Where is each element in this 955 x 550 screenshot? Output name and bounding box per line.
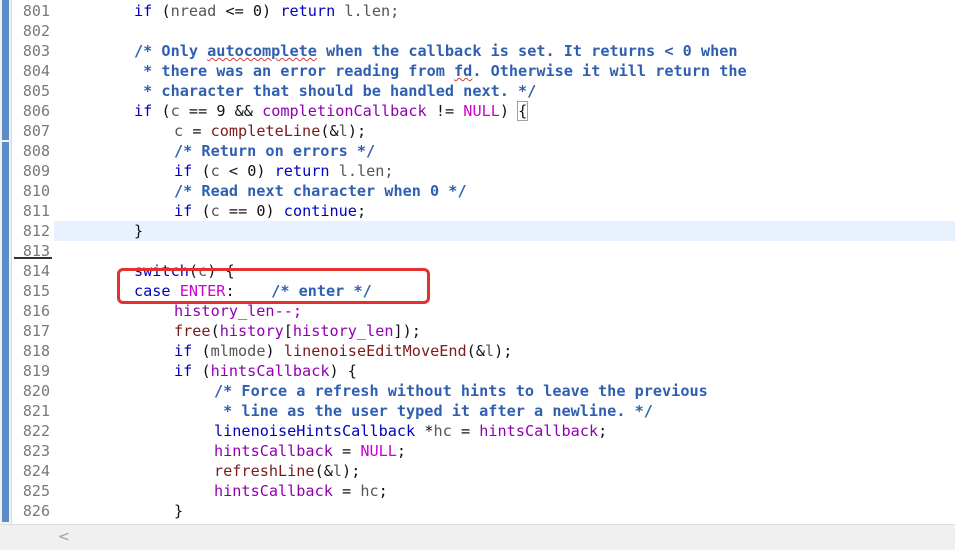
- code-line[interactable]: 804 * there was an error reading from fd…: [0, 61, 955, 81]
- line-code[interactable]: /* Force a refresh without hints to leav…: [214, 381, 708, 401]
- scroll-left-arrow-icon[interactable]: <: [58, 529, 70, 545]
- line-code[interactable]: if (c < 0) return l.len;: [174, 161, 394, 181]
- line-number: 806: [22, 102, 50, 120]
- line-number: 821: [22, 402, 50, 420]
- annotation-highlight-box: [117, 268, 430, 304]
- code-line[interactable]: 820 /* Force a refresh without hints to …: [0, 381, 955, 401]
- code-line[interactable]: 813: [0, 241, 955, 261]
- code-line[interactable]: 808 /* Return on errors */: [0, 141, 955, 161]
- code-line[interactable]: 817 free(history[history_len]);: [0, 321, 955, 341]
- code-line[interactable]: 811 if (c == 0) continue;: [0, 201, 955, 221]
- line-code[interactable]: }: [134, 221, 143, 241]
- code-line[interactable]: 809 if (c < 0) return l.len;: [0, 161, 955, 181]
- line-code[interactable]: * character that should be handled next.…: [134, 81, 536, 101]
- folding-divider: [14, 257, 52, 259]
- code-line[interactable]: 801 if (nread <= 0) return l.len;: [0, 1, 955, 21]
- code-line[interactable]: 822 linenoiseHintsCallback *hc = hintsCa…: [0, 421, 955, 441]
- line-number: 802: [22, 22, 50, 40]
- line-number: 819: [22, 362, 50, 380]
- line-code[interactable]: /* Read next character when 0 */: [174, 181, 467, 201]
- code-line[interactable]: 819 if (hintsCallback) {: [0, 361, 955, 381]
- line-code[interactable]: c = completeLine(&l);: [174, 121, 366, 141]
- code-line[interactable]: 824 refreshLine(&l);: [0, 461, 955, 481]
- line-code[interactable]: if (c == 9 && completionCallback != NULL…: [134, 101, 529, 121]
- code-line[interactable]: 807 c = completeLine(&l);: [0, 121, 955, 141]
- line-code[interactable]: hintsCallback = NULL;: [214, 441, 406, 461]
- line-number: 820: [22, 382, 50, 400]
- code-line[interactable]: 802: [0, 21, 955, 41]
- line-code[interactable]: if (hintsCallback) {: [174, 361, 357, 381]
- line-code[interactable]: * there was an error reading from fd. Ot…: [134, 61, 747, 81]
- line-number: 818: [22, 342, 50, 360]
- line-number: 824: [22, 462, 50, 480]
- line-number: 816: [22, 302, 50, 320]
- code-editor[interactable]: 801 if (nread <= 0) return l.len; 802 80…: [0, 0, 955, 524]
- code-line[interactable]: 823 hintsCallback = NULL;: [0, 441, 955, 461]
- line-number: 817: [22, 322, 50, 340]
- line-code[interactable]: if (nread <= 0) return l.len;: [134, 1, 399, 21]
- line-number: 815: [22, 282, 50, 300]
- line-code[interactable]: linenoiseHintsCallback *hc = hintsCallba…: [214, 421, 607, 441]
- line-number: 801: [22, 2, 50, 20]
- line-code[interactable]: if (c == 0) continue;: [174, 201, 366, 221]
- code-line[interactable]: 816 history_len--;: [0, 301, 955, 321]
- line-number: 814: [22, 262, 50, 280]
- line-number: 822: [22, 422, 50, 440]
- line-code[interactable]: hintsCallback = hc;: [214, 481, 388, 501]
- line-code[interactable]: }: [174, 501, 183, 521]
- line-number: 803: [22, 42, 50, 60]
- code-line[interactable]: 818 if (mlmode) linenoiseEditMoveEnd(&l)…: [0, 341, 955, 361]
- code-line[interactable]: 803 /* Only autocomplete when the callba…: [0, 41, 955, 61]
- code-line[interactable]: 826 }: [0, 501, 955, 521]
- line-number: 823: [22, 442, 50, 460]
- code-line[interactable]: 810 /* Read next character when 0 */: [0, 181, 955, 201]
- horizontal-scrollbar[interactable]: <: [0, 524, 955, 550]
- line-code[interactable]: /* Only autocomplete when the callback i…: [134, 41, 738, 61]
- current-line-highlight: [54, 221, 955, 241]
- code-line[interactable]: 825 hintsCallback = hc;: [0, 481, 955, 501]
- line-number: 812: [22, 222, 50, 240]
- line-code[interactable]: free(history[history_len]);: [174, 321, 421, 341]
- line-number: 811: [22, 202, 50, 220]
- line-number: 808: [22, 142, 50, 160]
- line-number: 807: [22, 122, 50, 140]
- line-number: 826: [22, 502, 50, 520]
- code-line-current[interactable]: 812 }: [0, 221, 955, 241]
- code-line[interactable]: 821 * line as the user typed it after a …: [0, 401, 955, 421]
- line-code[interactable]: refreshLine(&l);: [214, 461, 360, 481]
- line-code[interactable]: if (mlmode) linenoiseEditMoveEnd(&l);: [174, 341, 512, 361]
- line-code[interactable]: /* Return on errors */: [174, 141, 375, 161]
- line-number: 810: [22, 182, 50, 200]
- line-number: 805: [22, 82, 50, 100]
- line-number: 825: [22, 482, 50, 500]
- line-number: 804: [22, 62, 50, 80]
- line-code[interactable]: history_len--;: [174, 301, 302, 321]
- line-code[interactable]: * line as the user typed it after a newl…: [214, 401, 653, 421]
- code-line[interactable]: 806 if (c == 9 && completionCallback != …: [0, 101, 955, 121]
- code-line[interactable]: 805 * character that should be handled n…: [0, 81, 955, 101]
- line-number: 809: [22, 162, 50, 180]
